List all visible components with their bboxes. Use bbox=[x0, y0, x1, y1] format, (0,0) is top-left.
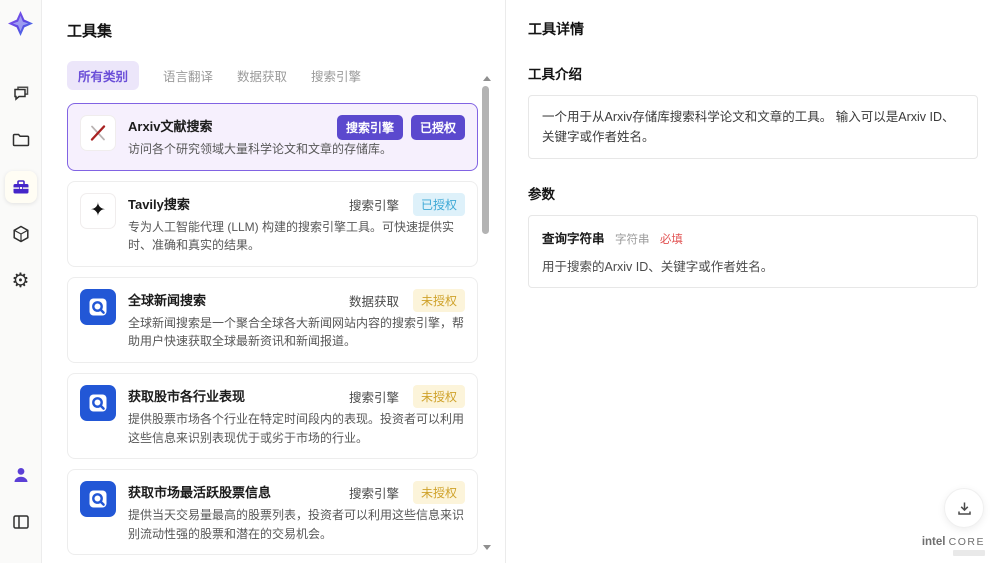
app-window: ⚙ 工具集 所有类别 语言翻译 数据获取 搜索引擎 Arxiv文献搜索 访问各个… bbox=[0, 0, 1000, 563]
icon-sidebar: ⚙ bbox=[0, 0, 42, 563]
tool-card-arxiv[interactable]: Arxiv文献搜索 访问各个研究领域大量科学论文和文章的存储库。 搜索引擎 已授… bbox=[67, 103, 478, 171]
news-search-icon bbox=[80, 288, 116, 325]
tavily-sparkle-icon: ✦ bbox=[80, 192, 116, 229]
tool-description: 提供股票市场各个行业在特定时间段内的表现。投资者可以利用这些信息来识别表现优于或… bbox=[128, 411, 465, 445]
toolbox-icon[interactable] bbox=[4, 171, 37, 203]
tool-card-global-news[interactable]: 全球新闻搜索 全球新闻搜索是一个聚合全球各大新闻网站内容的搜索引擎，帮助用户快速… bbox=[67, 276, 478, 363]
tool-detail-panel: 工具详情 工具介绍 一个用于从Arxiv存储库搜索科学论文和文章的工具。 输入可… bbox=[505, 0, 1000, 563]
brand-watermark bbox=[953, 550, 985, 556]
tool-card-list: Arxiv文献搜索 访问各个研究领域大量科学论文和文章的存储库。 搜索引擎 已授… bbox=[67, 103, 478, 563]
category-badge[interactable]: 搜索引擎 bbox=[336, 115, 403, 140]
tool-description: 全球新闻搜索是一个聚合全球各大新闻网站内容的搜索引擎，帮助用户快速获取全球最新资… bbox=[128, 315, 465, 349]
user-avatar-icon[interactable] bbox=[5, 459, 37, 491]
tool-description: 访问各个研究领域大量科学论文和文章的存储库。 bbox=[128, 142, 393, 156]
param-name: 查询字符串 bbox=[542, 232, 605, 246]
tool-card-tavily[interactable]: ✦ Tavily搜索 专为人工智能代理 (LLM) 构建的搜索引擎工具。可快速提… bbox=[67, 180, 478, 267]
tab-all-categories[interactable]: 所有类别 bbox=[67, 61, 140, 90]
param-required-flag: 必填 bbox=[659, 234, 683, 246]
category-label: 搜索引擎 bbox=[348, 390, 399, 405]
download-icon bbox=[957, 502, 971, 515]
scroll-down-arrow-icon[interactable] bbox=[483, 545, 491, 550]
auth-status-badge[interactable]: 已授权 bbox=[410, 115, 465, 140]
category-tabs: 所有类别 语言翻译 数据获取 搜索引擎 bbox=[67, 61, 478, 90]
auth-status-badge: 未授权 bbox=[412, 288, 465, 312]
news-search-icon bbox=[80, 481, 116, 518]
chat-icon[interactable] bbox=[5, 77, 37, 109]
tab-language-translation[interactable]: 语言翻译 bbox=[163, 66, 213, 85]
folder-icon[interactable] bbox=[5, 124, 37, 156]
tool-card-sector-performance[interactable]: 获取股市各行业表现 提供股票市场各个行业在特定时间段内的表现。投资者可以利用这些… bbox=[67, 372, 478, 460]
page-title: 工具集 bbox=[67, 23, 113, 40]
tab-data-fetching[interactable]: 数据获取 bbox=[237, 66, 287, 85]
download-button[interactable] bbox=[944, 488, 984, 528]
intro-text: 一个用于从Arxiv存储库搜索科学论文和文章的工具。 输入可以是Arxiv ID… bbox=[528, 95, 978, 159]
tool-card-most-active-stocks[interactable]: 获取市场最活跃股票信息 提供当天交易量最高的股票列表，投资者可以利用这些信息来识… bbox=[67, 469, 478, 556]
param-item: 查询字符串 字符串 必填 用于搜索的Arxiv ID、关键字或作者姓名。 bbox=[528, 215, 978, 288]
scroll-up-arrow-icon[interactable] bbox=[483, 76, 491, 81]
param-description: 用于搜索的Arxiv ID、关键字或作者姓名。 bbox=[542, 260, 774, 274]
tools-list-panel: 工具集 所有类别 语言翻译 数据获取 搜索引擎 Arxiv文献搜索 访问各个研究… bbox=[43, 0, 500, 563]
param-type: 字符串 bbox=[614, 234, 650, 246]
params-heading: 参数 bbox=[528, 187, 555, 202]
category-label: 搜索引擎 bbox=[348, 487, 399, 502]
detail-title: 工具详情 bbox=[528, 21, 584, 37]
auth-status-badge: 已授权 bbox=[412, 192, 465, 216]
category-label: 搜索引擎 bbox=[348, 198, 399, 213]
collapse-panel-icon[interactable] bbox=[5, 506, 37, 538]
news-search-icon bbox=[80, 384, 116, 421]
settings-gear-icon[interactable]: ⚙ bbox=[5, 265, 37, 297]
package-icon[interactable] bbox=[5, 218, 37, 250]
intro-heading: 工具介绍 bbox=[528, 67, 582, 82]
list-scrollbar[interactable] bbox=[481, 76, 492, 550]
tool-description: 提供当天交易量最高的股票列表，投资者可以利用这些信息来识别流动性强的股票和潜在的… bbox=[128, 508, 465, 541]
tab-search-engine[interactable]: 搜索引擎 bbox=[311, 66, 361, 85]
tool-description: 专为人工智能代理 (LLM) 构建的搜索引擎工具。可快速提供实时、准确和真实的结… bbox=[128, 219, 455, 253]
category-label: 数据获取 bbox=[348, 294, 399, 309]
scrollbar-thumb[interactable] bbox=[482, 86, 489, 234]
app-logo-icon bbox=[7, 10, 34, 37]
intel-core-logo: intel CORE bbox=[921, 536, 985, 548]
auth-status-badge: 未授权 bbox=[412, 384, 465, 408]
auth-status-badge: 未授权 bbox=[412, 481, 465, 505]
arxiv-icon bbox=[80, 115, 116, 151]
